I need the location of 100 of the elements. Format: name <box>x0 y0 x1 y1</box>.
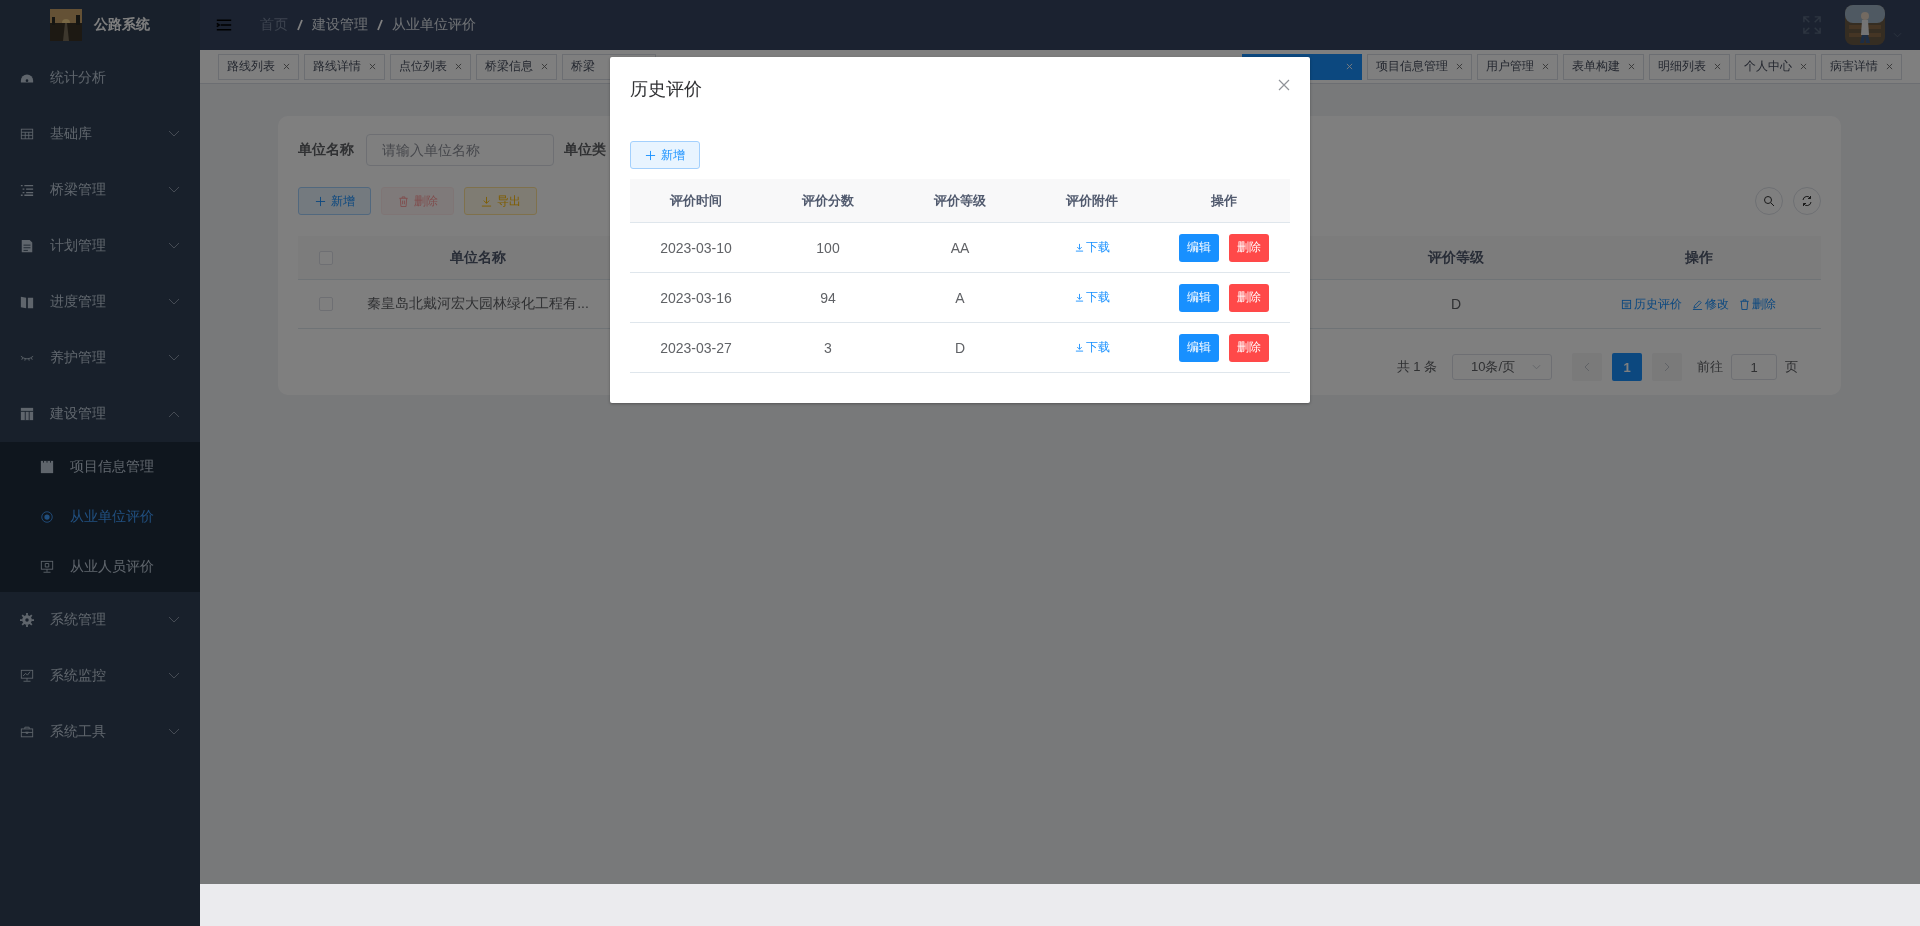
download-icon <box>1074 293 1084 302</box>
action-link[interactable]: 删除 <box>1739 295 1776 313</box>
download-icon <box>480 195 492 207</box>
page-button[interactable]: 1 <box>1612 353 1642 381</box>
submenu-item[interactable]: 项目信息管理 <box>0 442 200 492</box>
monitor-icon <box>20 669 34 683</box>
menu-item[interactable]: 计划管理 <box>0 218 200 274</box>
table-icon <box>20 127 34 141</box>
menu-item[interactable]: 桥梁管理 <box>0 162 200 218</box>
close-icon[interactable] <box>1800 63 1807 70</box>
table-cell: 2023-03-16 <box>660 289 732 306</box>
tab[interactable]: 个人中心 <box>1735 53 1816 80</box>
page-suffix: 页 <box>1785 358 1798 376</box>
toolbox-icon <box>20 725 34 739</box>
tab[interactable]: 点位列表 <box>390 53 471 80</box>
page-input[interactable]: 1 <box>1731 354 1777 380</box>
table-cell: A <box>955 289 965 306</box>
table-cell: 3 <box>824 339 832 356</box>
column-header: 评价时间 <box>670 191 722 210</box>
search-button[interactable] <box>1755 187 1783 215</box>
menu-item[interactable]: 基础库 <box>0 106 200 162</box>
column-header: 操作 <box>1684 248 1713 267</box>
calendar-icon <box>1621 298 1632 310</box>
menu-item[interactable]: 系统监控 <box>0 648 200 704</box>
menu-item[interactable]: 系统工具 <box>0 704 200 760</box>
table-cell: D <box>1450 296 1462 312</box>
slash-icon <box>377 19 383 31</box>
delete-button[interactable]: 删除 <box>1229 233 1269 262</box>
menu-item[interactable]: 系统管理 <box>0 592 200 648</box>
table-cell: 2023-03-27 <box>660 339 732 356</box>
toolbar-button[interactable]: 新增 <box>298 187 371 215</box>
book-icon <box>20 295 34 309</box>
page-size-select[interactable]: 10条/页 <box>1452 354 1552 380</box>
app-title: 公路系统 <box>94 16 150 34</box>
chevron-icon <box>168 242 180 250</box>
close-icon[interactable] <box>1542 63 1549 70</box>
close-icon[interactable] <box>1456 63 1463 70</box>
chevron-icon <box>168 354 180 362</box>
tab[interactable]: 明细列表 <box>1649 53 1730 80</box>
search-icon <box>1763 195 1775 207</box>
column-header: 操作 <box>1211 191 1237 210</box>
submenu-item[interactable]: 从业单位评价 <box>0 492 200 542</box>
menu-item[interactable]: 进度管理 <box>0 274 200 330</box>
action-link[interactable]: 历史评价 <box>1621 295 1682 313</box>
chevron-icon <box>168 298 180 306</box>
refresh-button[interactable] <box>1793 187 1821 215</box>
delete-button[interactable]: 删除 <box>1229 283 1269 312</box>
close-icon[interactable] <box>1886 63 1893 70</box>
field-label: 单位类 <box>564 141 606 159</box>
menu-item[interactable]: 统计分析 <box>0 50 200 106</box>
pencil-icon <box>1692 298 1703 310</box>
monitor-icon <box>40 560 54 574</box>
close-icon[interactable] <box>455 63 462 70</box>
menu-item[interactable]: 建设管理 <box>0 386 200 442</box>
menu-item[interactable]: 养护管理 <box>0 330 200 386</box>
download-link[interactable]: 下载 <box>1074 339 1110 356</box>
breadcrumb-item: 从业单位评价 <box>392 16 476 34</box>
clapperboard-icon <box>40 460 54 474</box>
table-cell: 100 <box>816 239 840 256</box>
delete-button[interactable]: 删除 <box>1229 333 1269 362</box>
close-icon[interactable] <box>369 63 376 70</box>
edit-button[interactable]: 编辑 <box>1179 233 1219 262</box>
submenu-item[interactable]: 从业人员评价 <box>0 542 200 592</box>
total-count: 共 1 条 <box>1396 358 1437 376</box>
breadcrumb-item[interactable]: 建设管理 <box>312 16 368 34</box>
action-link[interactable]: 修改 <box>1692 295 1729 313</box>
edit-button[interactable]: 编辑 <box>1179 283 1219 312</box>
slash-icon <box>297 19 303 31</box>
chevron-icon <box>168 186 180 194</box>
download-link[interactable]: 下载 <box>1074 289 1110 306</box>
close-icon[interactable] <box>283 63 290 70</box>
tab[interactable]: 路线详情 <box>304 53 385 80</box>
radio-icon <box>40 510 54 524</box>
column-header: 评价等级 <box>1428 248 1484 267</box>
tab[interactable]: 项目信息管理 <box>1367 53 1472 80</box>
table-cell: 2023-03-10 <box>660 239 732 256</box>
refresh-icon <box>1801 195 1813 207</box>
column-header: 评价等级 <box>934 191 986 210</box>
goto-label: 前往 <box>1697 358 1723 376</box>
tab[interactable]: 路线列表 <box>218 53 299 80</box>
gear-icon <box>20 613 34 627</box>
chevron-icon <box>168 130 180 138</box>
chevron-icon <box>168 728 180 736</box>
download-link[interactable]: 下载 <box>1074 239 1110 256</box>
tab[interactable]: 桥梁信息 <box>476 53 557 80</box>
chevron-down-icon <box>1532 364 1541 370</box>
tab[interactable]: 表单构建 <box>1563 53 1644 80</box>
close-icon[interactable] <box>1714 63 1721 70</box>
chevron-icon <box>168 410 180 418</box>
edit-button[interactable]: 编辑 <box>1179 333 1219 362</box>
tab[interactable]: 病害详情 <box>1821 53 1902 80</box>
close-icon[interactable] <box>1278 79 1290 91</box>
close-icon[interactable] <box>541 63 548 70</box>
plus-icon <box>314 195 326 207</box>
add-button[interactable]: 新增 <box>630 141 700 169</box>
table-cell: D <box>954 339 966 356</box>
close-icon[interactable] <box>1628 63 1635 70</box>
tab[interactable]: 用户管理 <box>1477 53 1558 80</box>
table-cell: 94 <box>820 289 836 306</box>
chevron-right-icon <box>1664 362 1670 372</box>
